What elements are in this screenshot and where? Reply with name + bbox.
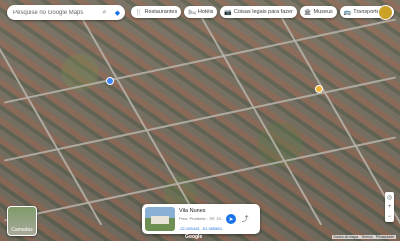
place-thumbnail[interactable]: [145, 207, 175, 231]
directions-button[interactable]: ➤: [226, 214, 236, 224]
museum-icon: 🏛: [303, 9, 312, 16]
chip-label: Coisas legais para fazer: [233, 9, 293, 15]
layers-button[interactable]: Camadas: [7, 206, 37, 236]
chip-label: Museus: [313, 9, 333, 15]
place-coordinates[interactable]: -22.105443, -51.385563: [179, 226, 222, 231]
map-controls: ◎ + −: [385, 192, 394, 222]
restaurant-icon: 🍴: [135, 9, 143, 16]
hotel-icon: 🛏: [188, 9, 196, 16]
footer-privacy[interactable]: Privacidade: [376, 235, 394, 239]
chip-restaurants[interactable]: 🍴 Restaurantes: [131, 6, 182, 18]
chip-hotels[interactable]: 🛏 Hotéis: [184, 6, 218, 18]
search-input[interactable]: Pesquise no Google Maps: [7, 10, 99, 16]
map-pin-icon[interactable]: [315, 85, 323, 93]
chip-museums[interactable]: 🏛 Museus: [299, 6, 337, 18]
chip-label: Restaurantes: [144, 9, 178, 15]
google-logo: Google: [185, 234, 203, 240]
avatar[interactable]: [378, 5, 393, 20]
footer-terms[interactable]: Termos: [361, 235, 372, 239]
zoom-out-button[interactable]: −: [388, 214, 392, 220]
place-title: Vila Nunes: [179, 208, 206, 214]
search-bar[interactable]: Pesquise no Google Maps ⌕ ◆: [7, 5, 125, 20]
layers-label: Camadas: [11, 227, 33, 233]
footer-map-data[interactable]: Dados do mapa: [334, 235, 359, 239]
place-card[interactable]: Vila Nunes Pres. Prudente - SP, 19... -2…: [142, 204, 260, 234]
map-footer: Dados do mapa Termos Privacidade: [331, 235, 396, 239]
share-icon[interactable]: ⤴: [240, 214, 250, 224]
search-icon[interactable]: ⌕: [99, 7, 110, 18]
attractions-icon: 📷: [224, 9, 232, 16]
place-address: Pres. Prudente - SP, 19...: [179, 216, 223, 221]
chip-attractions[interactable]: 📷 Coisas legais para fazer: [220, 6, 297, 18]
chip-label: Hotéis: [197, 9, 214, 15]
directions-icon[interactable]: ◆: [112, 7, 123, 18]
map-pin-icon[interactable]: [106, 77, 114, 85]
zoom-in-button[interactable]: +: [388, 204, 392, 210]
location-icon[interactable]: ◎: [387, 194, 392, 201]
apps-grid-icon[interactable]: ⋮⋮⋮: [349, 6, 373, 15]
